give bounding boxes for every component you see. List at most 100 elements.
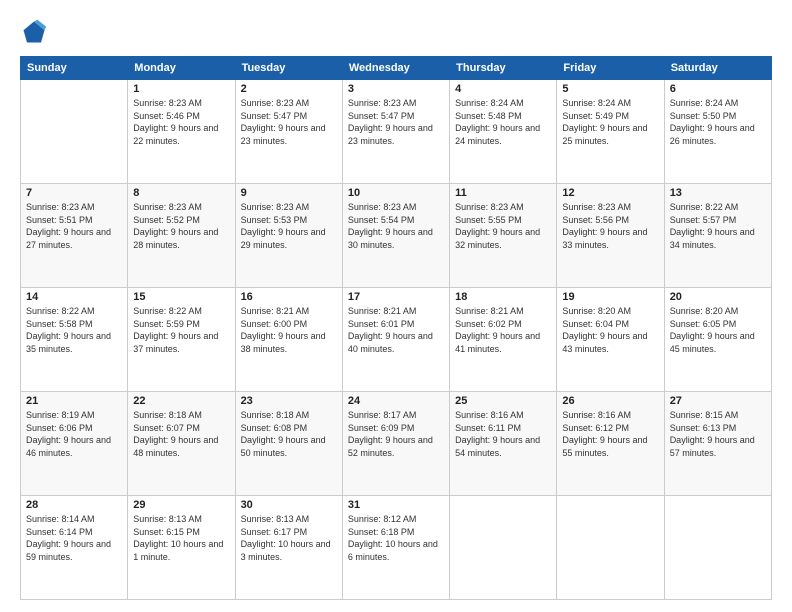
day-number: 8 xyxy=(133,187,229,199)
calendar-cell: 17 Sunrise: 8:21 AMSunset: 6:01 PMDayligh… xyxy=(342,288,449,392)
day-number: 11 xyxy=(455,187,551,199)
day-info: Sunrise: 8:18 AMSunset: 6:08 PMDaylight:… xyxy=(241,409,337,459)
day-info: Sunrise: 8:23 AMSunset: 5:47 PMDaylight:… xyxy=(241,97,337,147)
calendar-table: SundayMondayTuesdayWednesdayThursdayFrid… xyxy=(20,56,772,600)
day-number: 30 xyxy=(241,499,337,511)
weekday-header-thursday: Thursday xyxy=(450,57,557,80)
calendar-cell: 20Sunrise: 8:20 AMSunset: 6:05 PMDayligh… xyxy=(664,288,771,392)
day-number: 14 xyxy=(26,291,122,303)
calendar-cell: 15Sunrise: 8:22 AMSunset: 5:59 PMDayligh… xyxy=(128,288,235,392)
calendar-cell xyxy=(664,496,771,600)
calendar-cell: 23 Sunrise: 8:18 AMSunset: 6:08 PMDayligh… xyxy=(235,392,342,496)
week-row-3: 21Sunrise: 8:19 AMSunset: 6:06 PMDayligh… xyxy=(21,392,772,496)
week-row-2: 14Sunrise: 8:22 AMSunset: 5:58 PMDayligh… xyxy=(21,288,772,392)
day-number: 22 xyxy=(133,395,229,407)
day-info: Sunrise: 8:22 AMSunset: 5:57 PMDaylight:… xyxy=(670,201,766,251)
calendar-cell: 24 Sunrise: 8:17 AMSunset: 6:09 PMDayligh… xyxy=(342,392,449,496)
day-number: 6 xyxy=(670,83,766,95)
weekday-header-sunday: Sunday xyxy=(21,57,128,80)
logo-icon xyxy=(20,18,48,46)
day-number: 20 xyxy=(670,291,766,303)
day-info: Sunrise: 8:23 AMSunset: 5:56 PMDaylight:… xyxy=(562,201,658,251)
day-info: Sunrise: 8:14 AMSunset: 6:14 PMDaylight:… xyxy=(26,513,122,563)
day-number: 23 xyxy=(241,395,337,407)
day-number: 21 xyxy=(26,395,122,407)
day-info: Sunrise: 8:21 AMSunset: 6:01 PMDaylight:… xyxy=(348,305,444,355)
day-info: Sunrise: 8:18 AMSunset: 6:07 PMDaylight:… xyxy=(133,409,229,459)
page: SundayMondayTuesdayWednesdayThursdayFrid… xyxy=(0,0,792,612)
day-number: 31 xyxy=(348,499,444,511)
calendar-cell: 16 Sunrise: 8:21 AMSunset: 6:00 PMDayligh… xyxy=(235,288,342,392)
day-number: 13 xyxy=(670,187,766,199)
calendar-cell: 22 Sunrise: 8:18 AMSunset: 6:07 PMDayligh… xyxy=(128,392,235,496)
calendar-cell: 26 Sunrise: 8:16 AMSunset: 6:12 PMDayligh… xyxy=(557,392,664,496)
weekday-header-saturday: Saturday xyxy=(664,57,771,80)
calendar-cell: 21Sunrise: 8:19 AMSunset: 6:06 PMDayligh… xyxy=(21,392,128,496)
day-info: Sunrise: 8:12 AMSunset: 6:18 PMDaylight:… xyxy=(348,513,444,563)
day-number: 19 xyxy=(562,291,658,303)
day-info: Sunrise: 8:21 AMSunset: 6:00 PMDaylight:… xyxy=(241,305,337,355)
week-row-1: 7Sunrise: 8:23 AMSunset: 5:51 PMDaylight… xyxy=(21,184,772,288)
day-number: 7 xyxy=(26,187,122,199)
day-number: 4 xyxy=(455,83,551,95)
calendar-cell: 13 Sunrise: 8:22 AMSunset: 5:57 PMDayligh… xyxy=(664,184,771,288)
day-info: Sunrise: 8:23 AMSunset: 5:52 PMDaylight:… xyxy=(133,201,229,251)
day-number: 9 xyxy=(241,187,337,199)
day-number: 27 xyxy=(670,395,766,407)
day-number: 25 xyxy=(455,395,551,407)
calendar-cell xyxy=(21,80,128,184)
weekday-header-monday: Monday xyxy=(128,57,235,80)
calendar-cell xyxy=(557,496,664,600)
day-number: 16 xyxy=(241,291,337,303)
calendar-cell: 19 Sunrise: 8:20 AMSunset: 6:04 PMDayligh… xyxy=(557,288,664,392)
week-row-4: 28 Sunrise: 8:14 AMSunset: 6:14 PMDayligh… xyxy=(21,496,772,600)
day-info: Sunrise: 8:13 AMSunset: 6:15 PMDaylight:… xyxy=(133,513,229,563)
header xyxy=(20,18,772,46)
logo xyxy=(20,18,52,46)
day-number: 29 xyxy=(133,499,229,511)
day-number: 1 xyxy=(133,83,229,95)
weekday-header-friday: Friday xyxy=(557,57,664,80)
day-number: 15 xyxy=(133,291,229,303)
day-number: 26 xyxy=(562,395,658,407)
day-number: 2 xyxy=(241,83,337,95)
day-number: 28 xyxy=(26,499,122,511)
day-info: Sunrise: 8:23 AMSunset: 5:47 PMDaylight:… xyxy=(348,97,444,147)
calendar-cell: 5 Sunrise: 8:24 AMSunset: 5:49 PMDaylight… xyxy=(557,80,664,184)
calendar-cell: 28 Sunrise: 8:14 AMSunset: 6:14 PMDayligh… xyxy=(21,496,128,600)
calendar-cell: 12Sunrise: 8:23 AMSunset: 5:56 PMDayligh… xyxy=(557,184,664,288)
calendar-cell: 30 Sunrise: 8:13 AMSunset: 6:17 PMDayligh… xyxy=(235,496,342,600)
day-number: 3 xyxy=(348,83,444,95)
day-info: Sunrise: 8:23 AMSunset: 5:55 PMDaylight:… xyxy=(455,201,551,251)
day-info: Sunrise: 8:23 AMSunset: 5:54 PMDaylight:… xyxy=(348,201,444,251)
calendar-cell: 18Sunrise: 8:21 AMSunset: 6:02 PMDayligh… xyxy=(450,288,557,392)
day-info: Sunrise: 8:17 AMSunset: 6:09 PMDaylight:… xyxy=(348,409,444,459)
day-number: 17 xyxy=(348,291,444,303)
calendar-cell: 14Sunrise: 8:22 AMSunset: 5:58 PMDayligh… xyxy=(21,288,128,392)
calendar-cell: 25Sunrise: 8:16 AMSunset: 6:11 PMDayligh… xyxy=(450,392,557,496)
day-info: Sunrise: 8:20 AMSunset: 6:04 PMDaylight:… xyxy=(562,305,658,355)
calendar-cell: 8 Sunrise: 8:23 AMSunset: 5:52 PMDaylight… xyxy=(128,184,235,288)
calendar-cell: 2 Sunrise: 8:23 AMSunset: 5:47 PMDaylight… xyxy=(235,80,342,184)
day-number: 24 xyxy=(348,395,444,407)
day-number: 10 xyxy=(348,187,444,199)
day-info: Sunrise: 8:16 AMSunset: 6:12 PMDaylight:… xyxy=(562,409,658,459)
day-info: Sunrise: 8:24 AMSunset: 5:49 PMDaylight:… xyxy=(562,97,658,147)
day-info: Sunrise: 8:24 AMSunset: 5:48 PMDaylight:… xyxy=(455,97,551,147)
calendar-cell: 10 Sunrise: 8:23 AMSunset: 5:54 PMDayligh… xyxy=(342,184,449,288)
day-info: Sunrise: 8:24 AMSunset: 5:50 PMDaylight:… xyxy=(670,97,766,147)
weekday-header-tuesday: Tuesday xyxy=(235,57,342,80)
day-info: Sunrise: 8:15 AMSunset: 6:13 PMDaylight:… xyxy=(670,409,766,459)
week-row-0: 1 Sunrise: 8:23 AMSunset: 5:46 PMDaylight… xyxy=(21,80,772,184)
day-number: 5 xyxy=(562,83,658,95)
calendar-cell: 31 Sunrise: 8:12 AMSunset: 6:18 PMDayligh… xyxy=(342,496,449,600)
day-info: Sunrise: 8:13 AMSunset: 6:17 PMDaylight:… xyxy=(241,513,337,563)
calendar-cell: 27 Sunrise: 8:15 AMSunset: 6:13 PMDayligh… xyxy=(664,392,771,496)
day-number: 18 xyxy=(455,291,551,303)
calendar-cell: 7Sunrise: 8:23 AMSunset: 5:51 PMDaylight… xyxy=(21,184,128,288)
calendar-cell: 11 Sunrise: 8:23 AMSunset: 5:55 PMDayligh… xyxy=(450,184,557,288)
calendar-cell: 9 Sunrise: 8:23 AMSunset: 5:53 PMDaylight… xyxy=(235,184,342,288)
day-info: Sunrise: 8:23 AMSunset: 5:46 PMDaylight:… xyxy=(133,97,229,147)
day-info: Sunrise: 8:23 AMSunset: 5:53 PMDaylight:… xyxy=(241,201,337,251)
calendar-cell: 6 Sunrise: 8:24 AMSunset: 5:50 PMDaylight… xyxy=(664,80,771,184)
